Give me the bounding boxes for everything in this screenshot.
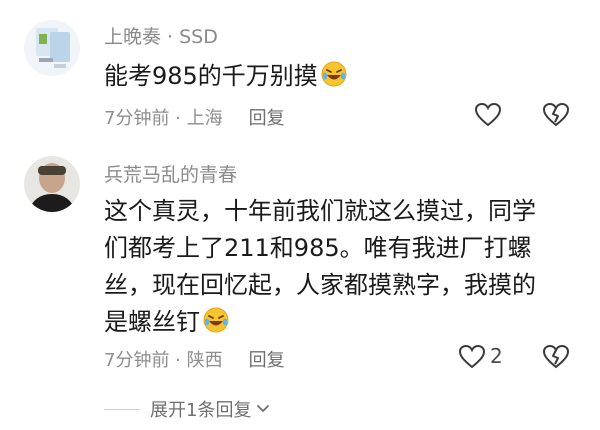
comment-meta: 7分钟前 · 陕西 回复 — [104, 346, 285, 372]
avatar[interactable] — [24, 20, 80, 76]
like-count: 2 — [490, 344, 503, 368]
like-button[interactable] — [472, 100, 504, 130]
heart-outline-icon — [474, 102, 502, 127]
reply-button[interactable]: 回复 — [249, 350, 285, 371]
timestamp-location: 7分钟前 · 陕西 — [104, 350, 223, 371]
comment-text-line: 这个真灵，十年前我们就这么摸过，同学 — [104, 197, 536, 225]
reply-button[interactable]: 回复 — [249, 108, 285, 129]
comment-text: 这个真灵，十年前我们就这么摸过，同学 们都考上了211和985。唯有我进厂打螺 … — [104, 193, 536, 341]
username[interactable]: 兵荒马乱的青春 — [104, 160, 237, 187]
broken-heart-icon — [542, 102, 570, 127]
dislike-button[interactable] — [540, 342, 572, 372]
comment-meta: 7分钟前 · 上海 回复 — [104, 104, 285, 130]
laughing-tears-emoji-icon — [320, 60, 348, 88]
avatar[interactable] — [24, 156, 80, 212]
like-button[interactable] — [456, 342, 488, 372]
broken-heart-icon — [542, 344, 570, 369]
laughing-tears-emoji-icon — [202, 306, 230, 334]
dislike-button[interactable] — [540, 100, 572, 130]
username[interactable]: 上晚奏 · SSD — [104, 22, 218, 49]
chevron-down-icon — [257, 405, 270, 412]
expand-replies-label: 展开1条回复 — [150, 400, 252, 421]
comment-text: 能考985的千万别摸 — [104, 58, 348, 95]
expand-replies-button[interactable]: 展开1条回复 — [104, 396, 271, 422]
comment-text-line: 们都考上了211和985。唯有我进厂打螺 — [104, 234, 532, 262]
timestamp-location: 7分钟前 · 上海 — [104, 108, 223, 129]
comment-text-line: 丝，现在回忆起，人家都摸熟字，我摸的 — [104, 271, 536, 299]
divider — [104, 408, 140, 410]
heart-outline-icon — [458, 344, 486, 369]
comment-text-content: 能考985的千万别摸 — [104, 62, 318, 90]
comment-text-line: 是螺丝钉 — [104, 308, 200, 336]
